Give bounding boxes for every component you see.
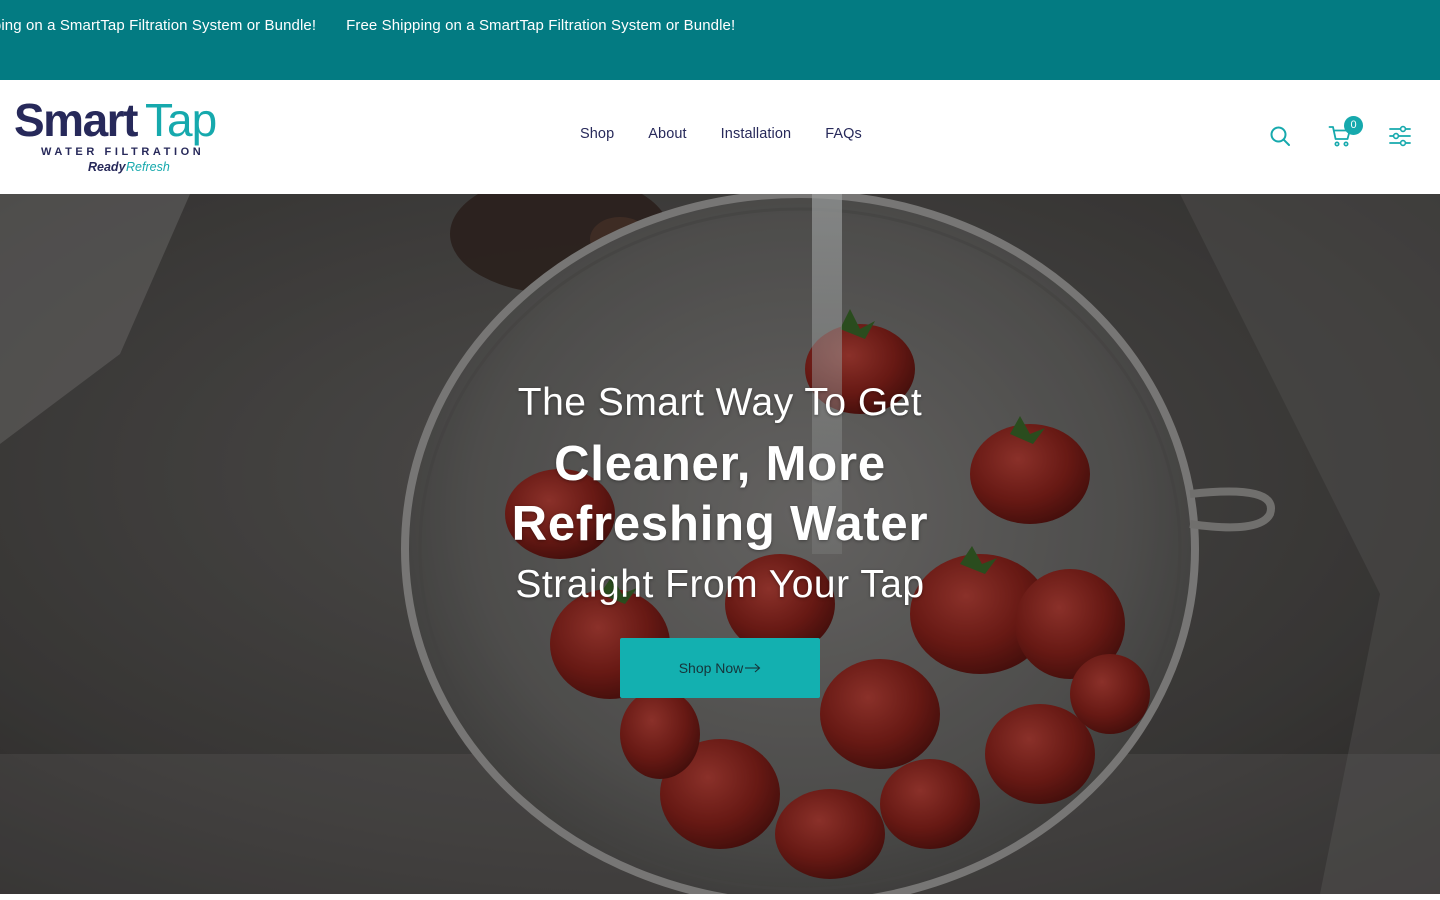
- hero-line-3: Straight From Your Tap: [515, 563, 925, 606]
- hero-line-1: The Smart Way To Get: [517, 381, 923, 424]
- hero-headline: Cleaner, More Refreshing Water: [0, 434, 1440, 554]
- hero-headline-a: Cleaner, More: [554, 437, 886, 491]
- logo-graphic: Smart Tap WATER FILTRATION Ready Refresh: [14, 94, 217, 174]
- logo-sub-dark: Ready: [88, 160, 127, 174]
- logo-sub-light: Refresh: [126, 160, 170, 174]
- nav-item-installation[interactable]: Installation: [721, 126, 792, 142]
- filter-menu-button[interactable]: [1388, 124, 1412, 148]
- arrow-right-icon: [745, 663, 761, 673]
- main-nav: Shop About Installation FAQs: [580, 126, 862, 142]
- announcement-text: Free Shipping on a SmartTap Filtration S…: [0, 17, 317, 34]
- smarttap-logo[interactable]: Smart Tap WATER FILTRATION Ready Refresh: [14, 94, 244, 178]
- nav-item-faqs[interactable]: FAQs: [825, 126, 862, 142]
- announcement-marquee: Free Shipping on a SmartTap Filtration S…: [0, 17, 735, 35]
- sliders-icon: [1389, 125, 1411, 147]
- logo-brand-dark: Smart: [14, 96, 138, 146]
- shop-now-label: Shop Now: [678, 660, 744, 676]
- search-icon: [1270, 126, 1290, 146]
- nav-item-about[interactable]: About: [648, 126, 686, 142]
- hero-headline-b: Refreshing Water: [511, 497, 929, 551]
- logo-brand-light: Tap: [145, 96, 216, 146]
- nav-item-shop[interactable]: Shop: [580, 126, 614, 142]
- search-button[interactable]: [1268, 124, 1292, 148]
- logo-tagline: WATER FILTRATION: [41, 146, 204, 158]
- page-bottom-edge: [0, 894, 1440, 900]
- announcement-bar: Free Shipping on a SmartTap Filtration S…: [0, 0, 1440, 80]
- announcement-text: Free Shipping on a SmartTap Filtration S…: [346, 17, 736, 34]
- hero-banner: The Smart Way To Get Cleaner, More Refre…: [0, 194, 1440, 894]
- site-header: Smart Tap WATER FILTRATION Ready Refresh…: [0, 80, 1440, 194]
- shop-now-button[interactable]: Shop Now: [620, 638, 820, 698]
- cart-count-badge: 0: [1344, 116, 1363, 135]
